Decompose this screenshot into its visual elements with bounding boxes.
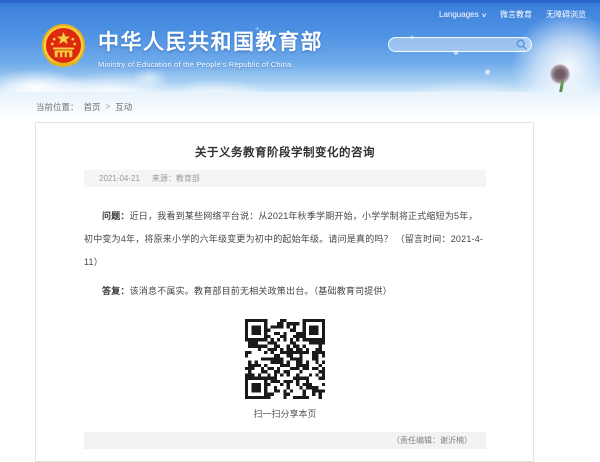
- page-title: 关于义务教育阶段学制变化的咨询: [195, 147, 375, 159]
- answer-label: 答复：: [102, 286, 130, 296]
- site-title: 中华人民共和国教育部: [98, 31, 323, 54]
- editor-bar: （责任编辑：谢沂楠）: [84, 432, 486, 449]
- article-meta-bar: 2021-04-21 来源：教育部: [84, 170, 486, 187]
- breadcrumb-home-link[interactable]: 首页: [84, 101, 101, 113]
- national-emblem-icon: [41, 23, 86, 68]
- qr-section: 扫一扫分享本页: [84, 319, 486, 420]
- breadcrumb-band: 当前位置： 首页 > 互动: [0, 92, 600, 121]
- question-paragraph: 问题：近日，我看到某些网络平台说：从2021年秋季学期开始，小学学制将正式缩短为…: [84, 205, 486, 274]
- answer-text: 该消息不属实。教育部目前无相关政策出台。（基础教育司提供）: [129, 286, 392, 296]
- breadcrumb: 当前位置： 首页 > 互动: [36, 92, 132, 121]
- site-subtitle: Ministry of Education of the People's Re…: [98, 60, 292, 69]
- article-source: 来源：教育部: [151, 174, 200, 183]
- site-logo[interactable]: 中华人民共和国教育部 Ministry of Education of the …: [40, 23, 323, 70]
- dandelion-core: [550, 64, 570, 84]
- question-label: 问题：: [102, 211, 130, 221]
- breadcrumb-separator: >: [105, 102, 111, 111]
- qr-code: [245, 319, 325, 399]
- accessibility-link[interactable]: 无障碍浏览: [546, 9, 586, 20]
- header-links: Languages ∨ 微言教育 无障碍浏览: [439, 9, 586, 20]
- answer-paragraph: 答复：该消息不属实。教育部目前无相关政策出台。（基础教育司提供）: [84, 280, 486, 303]
- chevron-down-icon: ∨: [480, 13, 487, 19]
- weiyan-link[interactable]: 微言教育: [500, 9, 532, 20]
- search-input[interactable]: [397, 40, 515, 49]
- search-icon[interactable]: [515, 39, 527, 51]
- search-bar: [388, 37, 532, 52]
- editor-note: （责任编辑：谢沂楠）: [392, 436, 472, 445]
- site-header: ⁕ ⁕ ⁕ ⁕ 中华人民共和国教育部 Ministry of Education…: [0, 0, 600, 122]
- breadcrumb-label: 当前位置：: [36, 101, 79, 112]
- article-date: 2021-04-21: [99, 174, 140, 183]
- qr-caption: 扫一扫分享本页: [253, 409, 317, 419]
- dandelion-seed-icon: ⁕: [481, 65, 494, 80]
- header-top-strip: [0, 0, 600, 3]
- article-panel: 关于义务教育阶段学制变化的咨询 2021-04-21 来源：教育部 问题：近日，…: [35, 122, 534, 462]
- question-text: 近日，我看到某些网络平台说：从2021年秋季学期开始，小学学制将正式缩短为5年，…: [84, 211, 484, 267]
- breadcrumb-current-link[interactable]: 互动: [115, 101, 132, 113]
- languages-menu[interactable]: Languages ∨: [439, 10, 487, 19]
